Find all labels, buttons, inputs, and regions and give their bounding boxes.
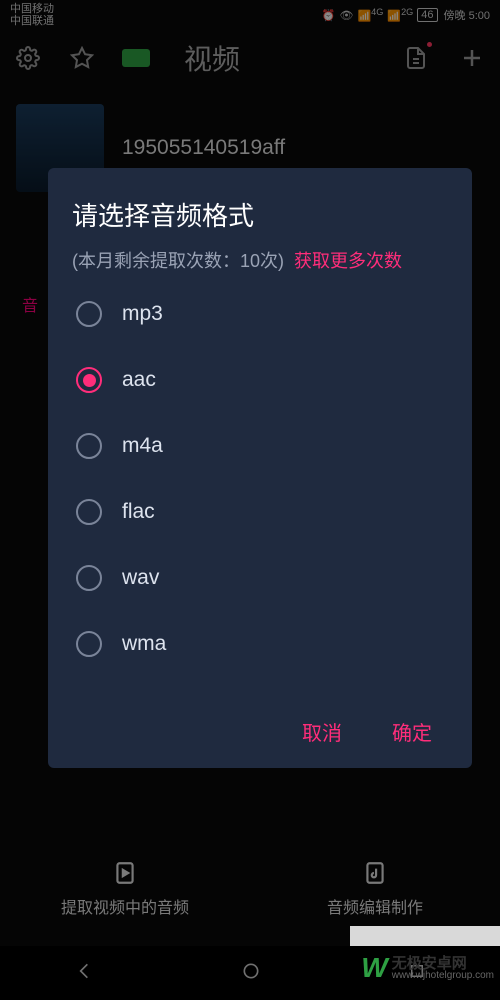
modal-title: 请选择音频格式 [72, 196, 448, 233]
watermark-bg [350, 926, 500, 946]
watermark-logo-icon: W [361, 952, 385, 984]
radio-label: aac [122, 368, 156, 392]
watermark-url: www.wjhotelgroup.com [392, 971, 494, 981]
radio-option-mp3[interactable]: mp3 [76, 301, 448, 327]
radio-indicator-icon [76, 301, 102, 327]
radio-indicator-icon [76, 367, 102, 393]
radio-label: wav [122, 566, 159, 590]
confirm-button[interactable]: 确定 [392, 717, 432, 746]
format-options-list: mp3 aac m4a flac wav wma [72, 301, 448, 657]
format-select-modal: 请选择音频格式 (本月剩余提取次数：10次) 获取更多次数 mp3 aac m4a f… [48, 168, 472, 768]
radio-label: mp3 [122, 302, 163, 326]
radio-indicator-icon [76, 631, 102, 657]
radio-label: wma [122, 632, 166, 656]
watermark: W 无极安卓网 www.wjhotelgroup.com [361, 952, 500, 984]
radio-option-wav[interactable]: wav [76, 565, 448, 591]
radio-option-flac[interactable]: flac [76, 499, 448, 525]
radio-option-aac[interactable]: aac [76, 367, 448, 393]
radio-indicator-icon [76, 565, 102, 591]
watermark-brand: 无极安卓网 [392, 956, 494, 971]
radio-option-m4a[interactable]: m4a [76, 433, 448, 459]
cancel-button[interactable]: 取消 [302, 717, 342, 746]
radio-label: flac [122, 500, 155, 524]
radio-indicator-icon [76, 433, 102, 459]
radio-label: m4a [122, 434, 163, 458]
remaining-count: (本月剩余提取次数：10次) [72, 247, 284, 273]
radio-option-wma[interactable]: wma [76, 631, 448, 657]
radio-indicator-icon [76, 499, 102, 525]
get-more-link[interactable]: 获取更多次数 [294, 247, 402, 273]
